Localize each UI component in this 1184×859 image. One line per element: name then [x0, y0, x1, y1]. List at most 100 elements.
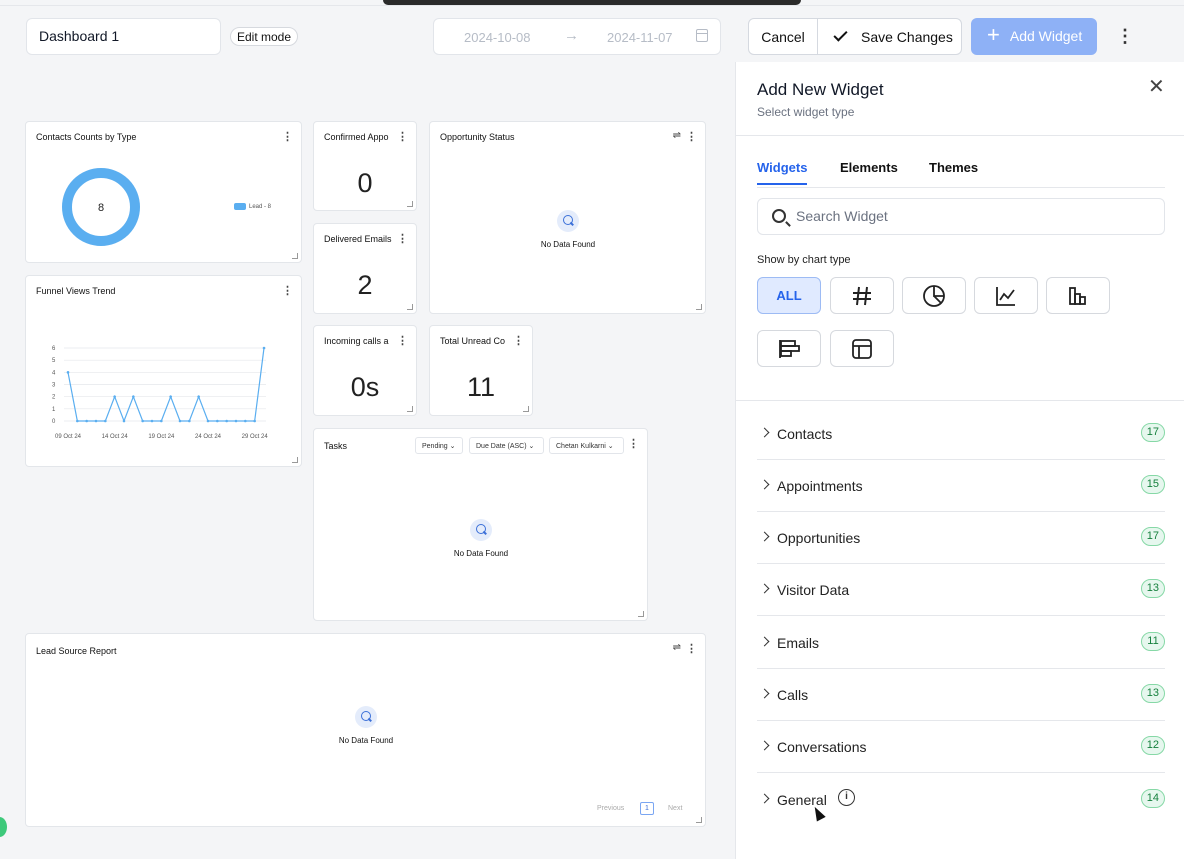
chart-type-number[interactable] [830, 277, 894, 314]
pagination-page[interactable]: 1 [640, 802, 654, 815]
widget-menu-icon[interactable]: ⋮ [282, 130, 293, 143]
user-filter-dropdown[interactable]: Chetan Kulkarni ⌄ [549, 437, 624, 454]
calendar-icon[interactable] [696, 29, 708, 42]
widget-menu-icon[interactable]: ⋮ [686, 130, 697, 143]
date-range-picker[interactable]: 2024-10-08 → 2024-11-07 [433, 18, 721, 55]
widget-value: 2 [357, 270, 373, 300]
category-label: Conversations [777, 739, 867, 755]
resize-handle-icon[interactable] [292, 457, 298, 463]
widget-menu-icon[interactable]: ⋮ [397, 130, 408, 143]
widget-contacts-by-type[interactable]: Contacts Counts by Type ⋮ 8 Lead - 8 [25, 121, 302, 263]
category-count-badge: 17 [1140, 423, 1165, 442]
data-point [132, 395, 135, 398]
action-button-group: Cancel Save Changes [748, 18, 962, 55]
status-filter-dropdown[interactable]: Pending ⌄ [415, 437, 463, 454]
data-point [262, 346, 266, 350]
x-tick-label: 19 Oct 24 [148, 434, 175, 440]
widget-delivered-emails[interactable]: Delivered Emails ⋮ 2 [313, 223, 417, 314]
widget-menu-icon[interactable]: ⋮ [513, 334, 524, 347]
category-count-badge: 13 [1140, 579, 1165, 598]
data-point [216, 419, 219, 423]
data-point [76, 419, 79, 423]
close-icon[interactable]: ✕ [1148, 74, 1165, 99]
dashboard-name-input[interactable]: Dashboard 1 [26, 18, 221, 55]
category-label: Opportunities [777, 530, 861, 546]
widget-menu-icon[interactable]: ⋮ [686, 642, 697, 655]
sort-filter-dropdown[interactable]: Due Date (ASC) ⌄ [469, 437, 544, 454]
widget-menu-icon[interactable]: ⋮ [628, 437, 639, 450]
widget-title: Incoming calls a [324, 336, 389, 346]
resize-handle-icon[interactable] [292, 253, 298, 259]
y-tick-label: 5 [52, 358, 56, 364]
widget-menu-icon[interactable]: ⋮ [397, 232, 408, 245]
x-tick-label: 09 Oct 24 [55, 434, 82, 440]
help-widget-icon[interactable] [0, 817, 7, 837]
chart-type-table[interactable] [830, 330, 894, 367]
category-label: Emails [777, 635, 820, 651]
tab-widgets[interactable]: Widgets [757, 160, 808, 185]
category-label: Appointments [777, 478, 863, 494]
category-calls[interactable]: Calls 13 [757, 669, 1165, 721]
empty-state: No Data Found [306, 706, 426, 745]
filter-icon[interactable]: ⇌ [673, 642, 681, 653]
info-icon[interactable]: i [838, 789, 855, 806]
category-opportunities[interactable]: Opportunities 17 [757, 512, 1165, 564]
search-widget-field[interactable] [757, 198, 1165, 235]
filter-icon[interactable]: ⇌ [673, 130, 681, 141]
widget-incoming-calls[interactable]: Incoming calls a ⋮ 0s [313, 325, 417, 416]
resize-handle-icon[interactable] [696, 304, 702, 310]
widget-lead-source-report[interactable]: Lead Source Report ⇌ ⋮ No Data Found Pre… [25, 633, 706, 827]
category-count-badge: 17 [1140, 527, 1165, 546]
legend-swatch [234, 203, 246, 210]
resize-handle-icon[interactable] [407, 201, 413, 207]
chart-type-line[interactable] [974, 277, 1038, 314]
add-widget-button[interactable]: + Add Widget [971, 18, 1097, 55]
pagination-previous[interactable]: Previous [597, 805, 624, 812]
save-changes-button[interactable]: Save Changes [818, 19, 961, 54]
widget-confirmed-appointments[interactable]: Confirmed Appo ⋮ 0 [313, 121, 417, 211]
pagination-next[interactable]: Next [668, 805, 682, 812]
tab-themes[interactable]: Themes [929, 160, 978, 183]
widget-menu-icon[interactable]: ⋮ [397, 334, 408, 347]
category-visitor-data[interactable]: Visitor Data 13 [757, 564, 1165, 616]
widget-tasks[interactable]: Tasks Pending ⌄ Due Date (ASC) ⌄ Chetan … [313, 428, 648, 621]
search-input[interactable] [796, 208, 1146, 224]
cancel-button[interactable]: Cancel [749, 19, 818, 54]
panel-subtitle: Select widget type [757, 105, 855, 119]
chevron-right-icon [759, 688, 770, 699]
show-by-label: Show by chart type [757, 254, 851, 266]
chart-type-horizontal-bar[interactable] [757, 330, 821, 367]
category-emails[interactable]: Emails 11 [757, 617, 1165, 669]
widget-total-unread[interactable]: Total Unread Co ⋮ 11 [429, 325, 533, 416]
widget-opportunity-status[interactable]: Opportunity Status ⇌ ⋮ No Data Found [429, 121, 706, 314]
sort-filter-value: Due Date (ASC) [476, 443, 527, 450]
widget-funnel-views-trend[interactable]: Funnel Views Trend ⋮ 0 1 2 3 4 5 6 09 Oct 24 14 … [25, 275, 302, 467]
chart-type-bar[interactable] [1046, 277, 1110, 314]
y-tick-label: 2 [52, 395, 56, 401]
resize-handle-icon[interactable] [696, 817, 702, 823]
resize-handle-icon[interactable] [523, 406, 529, 412]
data-point [197, 395, 200, 398]
chart-type-all[interactable]: ALL [757, 277, 821, 314]
chevron-right-icon [759, 427, 770, 438]
x-tick-label: 29 Oct 24 [242, 434, 269, 440]
resize-handle-icon[interactable] [407, 304, 413, 310]
category-contacts[interactable]: Contacts 17 [757, 408, 1165, 460]
more-options-icon[interactable]: ⋮ [1116, 26, 1134, 46]
category-count-badge: 13 [1140, 684, 1165, 703]
x-tick-label: 14 Oct 24 [102, 434, 129, 440]
resize-handle-icon[interactable] [638, 611, 644, 617]
category-appointments[interactable]: Appointments 15 [757, 460, 1165, 512]
date-start[interactable]: 2024-10-08 [464, 30, 531, 45]
category-conversations[interactable]: Conversations 12 [757, 721, 1165, 773]
tab-elements[interactable]: Elements [840, 160, 898, 183]
empty-message: No Data Found [338, 736, 394, 745]
category-label: Calls [777, 687, 809, 703]
widget-title: Total Unread Co [440, 336, 506, 346]
data-point [94, 419, 98, 423]
category-count-badge: 14 [1140, 789, 1165, 808]
resize-handle-icon[interactable] [407, 406, 413, 412]
chart-type-pie[interactable] [902, 277, 966, 314]
date-end[interactable]: 2024-11-07 [607, 30, 673, 45]
category-label: Contacts [777, 426, 833, 442]
